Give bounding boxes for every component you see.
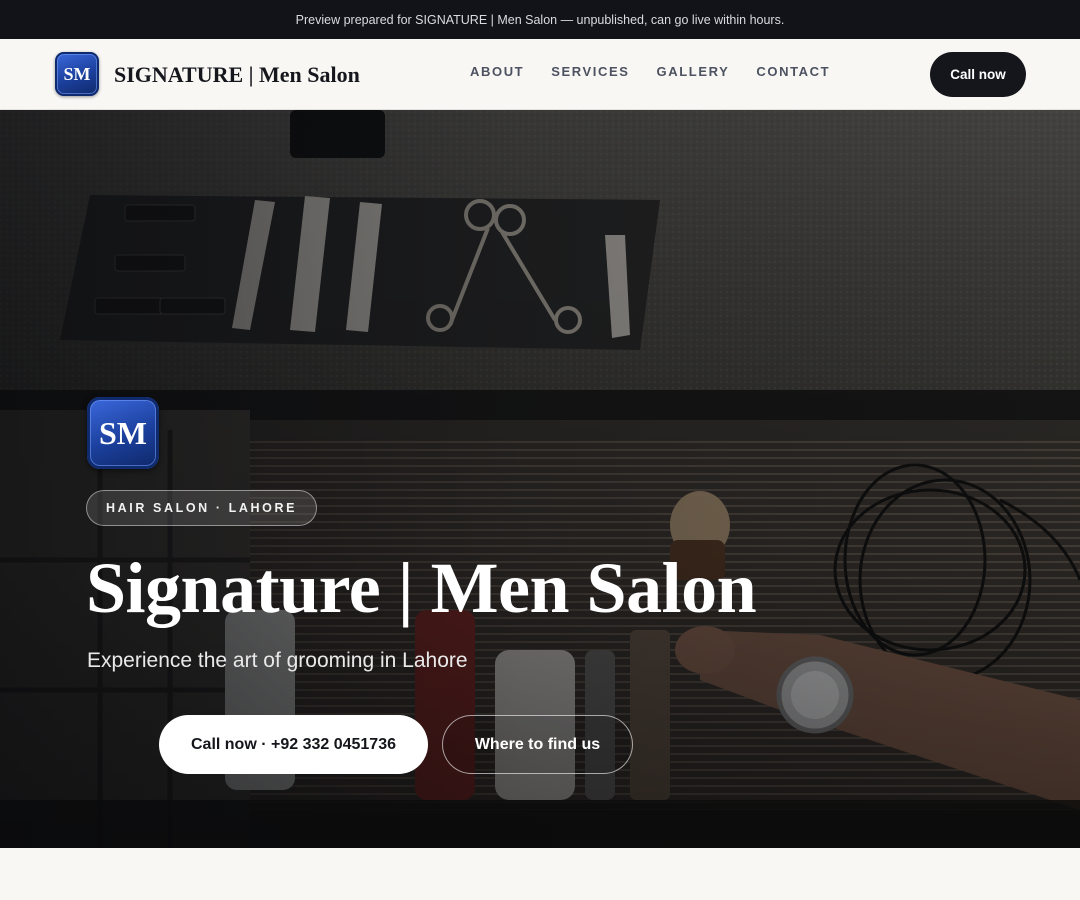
nav-link-services[interactable]: SERVICES <box>551 64 629 79</box>
brand-name[interactable]: SIGNATURE | Men Salon <box>114 61 360 89</box>
header-call-button[interactable]: Call now <box>930 52 1026 97</box>
preview-banner-text: Preview prepared for SIGNATURE | Men Sal… <box>295 12 785 27</box>
logo-initials: SM <box>63 63 91 84</box>
preview-banner: Preview prepared for SIGNATURE | Men Sal… <box>0 0 1080 39</box>
hero-section: SM HAIR SALON · LAHORE Signature | Men S… <box>0 110 1080 848</box>
site-header: SM SIGNATURE | Men Salon ABOUT SERVICES … <box>0 39 1080 110</box>
nav-link-about[interactable]: ABOUT <box>470 64 524 79</box>
nav-link-contact[interactable]: CONTACT <box>756 64 830 79</box>
hero-call-button[interactable]: Call now · +92 332 0451736 <box>159 715 428 774</box>
nav-link-gallery[interactable]: GALLERY <box>657 64 730 79</box>
hero-tagline-pill: HAIR SALON · LAHORE <box>86 490 318 526</box>
main-nav: ABOUT SERVICES GALLERY CONTACT <box>470 64 830 79</box>
hero-find-us-button[interactable]: Where to find us <box>442 715 633 774</box>
hero-subtitle: Experience the art of grooming in Lahore <box>87 649 468 672</box>
logo-badge[interactable]: SM <box>55 52 99 96</box>
hero-logo-initials: SM <box>99 414 147 451</box>
next-section <box>0 848 1080 900</box>
hero-title: Signature | Men Salon <box>86 548 757 628</box>
hero-logo-badge: SM <box>87 397 159 469</box>
